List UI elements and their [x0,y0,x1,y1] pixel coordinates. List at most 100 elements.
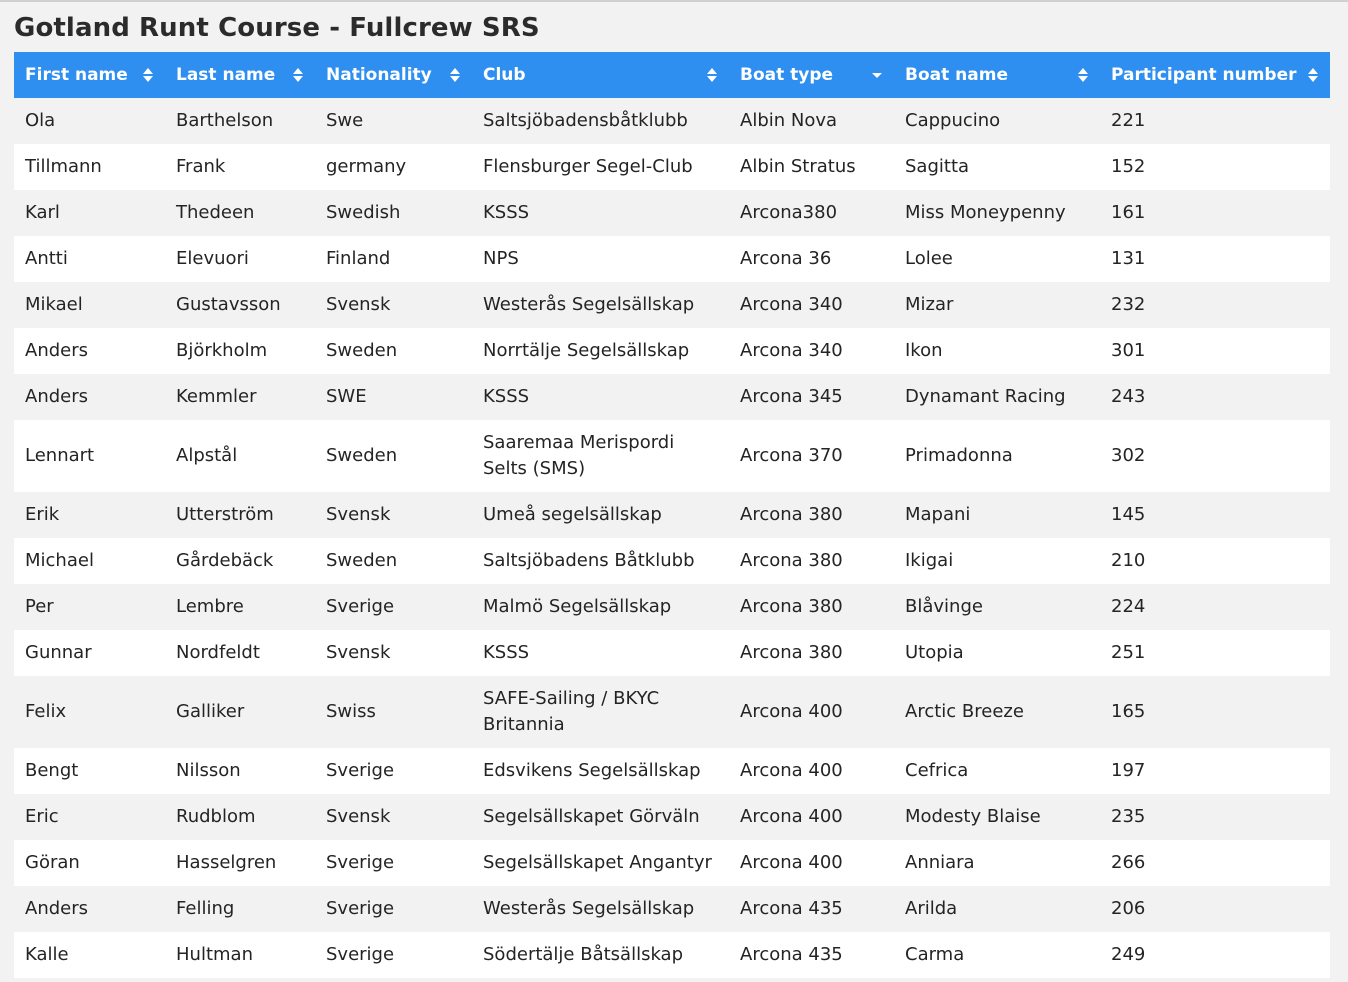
cell-club: Malmö Segelsällskap [483,596,672,617]
cell-boat-name: Ikon [905,340,943,361]
cell-first-name: Anders [25,898,88,919]
cell-boat-type: Albin Stratus [740,156,856,177]
cell-participant-number: 210 [1111,550,1146,571]
cell-first-name: Anders [25,386,88,407]
table-row: Anders Björkholm Sweden Norrtälje Segelsäll… [14,328,1330,374]
cell-last-name: Elevuori [176,248,249,269]
cell-participant-number: 249 [1111,944,1146,965]
table-row: Bengt Nilsson Sverige Edsvikens Segelsällsk… [14,748,1330,794]
table-row: Anders Kemmler SWE KSSS Arcona 345 Dynamant R… [14,374,1330,420]
cell-club: Segelsällskapet Görväln [483,806,700,827]
cell-nationality: Sverige [326,852,395,873]
cell-nationality: Sverige [326,760,395,781]
column-header-label: Participant number [1111,65,1297,85]
table-row: Per Lembre Sverige Malmö Segelsällskap Arcon… [14,584,1330,630]
column-header-boat-name[interactable]: Boat name [894,52,1100,98]
cell-club: Flensburger Segel-Club [483,156,693,177]
cell-last-name: Utterström [176,504,274,525]
cell-participant-number: 224 [1111,596,1146,617]
cell-boat-name: Arctic Breeze [905,701,1024,722]
cell-boat-name: Blåvinge [905,596,983,617]
cell-club: Södertälje Båtsällskap [483,944,684,965]
table-row: Kalle Hultman Sverige Södertälje Båtsällska… [14,932,1330,978]
cell-club: SAFE-Sailing / BKYC Britannia [483,688,660,735]
cell-participant-number: 302 [1111,445,1146,466]
cell-boat-type: Arcona380 [740,202,838,223]
cell-participant-number: 232 [1111,294,1146,315]
cell-nationality: Sweden [326,550,398,571]
page-content: Gotland Runt Course - Fullcrew SRS First… [14,4,1330,978]
cell-first-name: Per [25,596,54,617]
cell-last-name: Kemmler [176,386,257,407]
table-row: Ola Barthelson Swe Saltsjöbadensbåtklubb Alb… [14,98,1330,144]
cell-boat-type: Arcona 400 [740,701,843,722]
cell-boat-type: Arcona 380 [740,550,843,571]
cell-boat-name: Ikigai [905,550,954,571]
sort-both-icon [143,68,153,82]
cell-boat-name: Anniara [905,852,975,873]
cell-boat-type: Arcona 400 [740,852,843,873]
cell-first-name: Karl [25,202,60,223]
cell-first-name: Eric [25,806,59,827]
cell-boat-name: Miss Moneypenny [905,202,1066,223]
cell-participant-number: 165 [1111,701,1146,722]
cell-first-name: Gunnar [25,642,92,663]
cell-boat-type: Arcona 435 [740,898,843,919]
table-row: Tillmann Frank germany Flensburger Segel-Cl… [14,144,1330,190]
table-row: Lennart Alpstål Sweden Saaremaa Merispordi … [14,420,1330,492]
cell-boat-name: Lolee [905,248,953,269]
table-row: Göran Hasselgren Sverige Segelsällskapet An… [14,840,1330,886]
cell-boat-type: Arcona 340 [740,294,843,315]
cell-boat-type: Arcona 380 [740,596,843,617]
cell-nationality: germany [326,156,407,177]
column-header-nationality[interactable]: Nationality [315,52,472,98]
cell-club: Saltsjöbadensbåtklubb [483,110,688,131]
cell-last-name: Lembre [176,596,244,617]
column-header-label: First name [25,65,128,85]
cell-last-name: Galliker [176,701,245,722]
cell-first-name: Lennart [25,445,95,466]
cell-last-name: Nilsson [176,760,241,781]
cell-last-name: Rudblom [176,806,256,827]
cell-first-name: Tillmann [25,156,102,177]
cell-last-name: Gustavsson [176,294,281,315]
cell-club: Saltsjöbadens Båtklubb [483,550,695,571]
sort-desc-icon [872,73,882,78]
cell-boat-type: Arcona 380 [740,642,843,663]
cell-nationality: Sweden [326,445,398,466]
cell-boat-name: Mizar [905,294,954,315]
cell-boat-name: Carma [905,944,965,965]
cell-last-name: Gårdebäck [176,550,274,571]
cell-participant-number: 206 [1111,898,1146,919]
cell-nationality: Swiss [326,701,376,722]
cell-nationality: Sverige [326,596,395,617]
participants-table: First name Last name Nationality Club Boat t… [14,52,1330,978]
column-header-club[interactable]: Club [472,52,729,98]
cell-club: KSSS [483,642,530,663]
column-header-participant-number[interactable]: Participant number [1100,52,1330,98]
cell-nationality: Svensk [326,294,391,315]
column-header-boat-type[interactable]: Boat type [729,52,894,98]
sort-both-icon [293,68,303,82]
cell-first-name: Erik [25,504,60,525]
cell-boat-type: Arcona 400 [740,806,843,827]
column-header-last-name[interactable]: Last name [165,52,315,98]
column-header-first-name[interactable]: First name [14,52,165,98]
cell-boat-type: Arcona 400 [740,760,843,781]
cell-participant-number: 131 [1111,248,1146,269]
cell-first-name: Kalle [25,944,69,965]
cell-boat-name: Modesty Blaise [905,806,1041,827]
cell-nationality: Svensk [326,806,391,827]
cell-boat-name: Arilda [905,898,958,919]
cell-first-name: Bengt [25,760,79,781]
sort-both-icon [1078,68,1088,82]
cell-boat-type: Arcona 370 [740,445,843,466]
cell-boat-name: Utopia [905,642,964,663]
sort-both-icon [707,68,717,82]
cell-nationality: SWE [326,386,367,407]
cell-nationality: Sverige [326,898,395,919]
cell-last-name: Björkholm [176,340,268,361]
cell-participant-number: 243 [1111,386,1146,407]
cell-last-name: Hultman [176,944,253,965]
cell-club: Norrtälje Segelsällskap [483,340,690,361]
